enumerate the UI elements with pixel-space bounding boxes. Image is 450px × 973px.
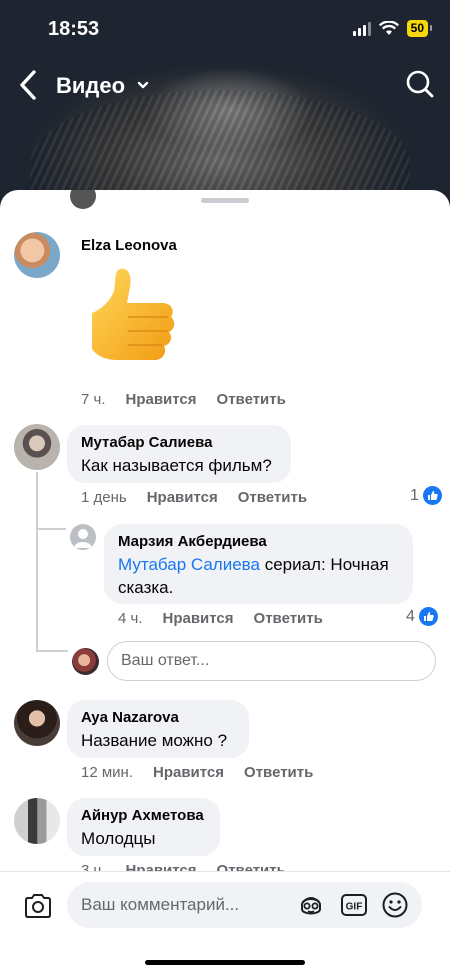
avatar xyxy=(70,190,96,209)
cellular-signal-icon xyxy=(352,21,371,36)
status-time: 18:53 xyxy=(48,18,100,40)
search-icon[interactable] xyxy=(404,68,436,100)
like-reaction-icon xyxy=(422,486,442,505)
chevron-down-icon[interactable] xyxy=(136,78,150,92)
status-icons: 50 xyxy=(352,20,433,37)
emoji-icon[interactable] xyxy=(381,891,409,919)
reaction-count[interactable]: 1 xyxy=(410,486,442,505)
reply-button[interactable]: Ответить xyxy=(244,764,313,781)
gif-icon[interactable]: GIF xyxy=(340,891,368,919)
back-icon[interactable] xyxy=(14,68,44,102)
like-button[interactable]: Нравится xyxy=(163,610,234,627)
like-count: 4 xyxy=(406,607,415,625)
home-indicator[interactable] xyxy=(145,960,305,965)
reply-time: 4 ч. xyxy=(118,610,143,627)
current-user-avatar xyxy=(72,648,99,675)
reply-meta: 4 ч. Нравится Ответить xyxy=(118,610,343,627)
camera-icon[interactable] xyxy=(23,892,53,920)
reaction-count[interactable]: 4 xyxy=(406,607,438,626)
comment-time: 7 ч. xyxy=(81,391,106,408)
avatar[interactable] xyxy=(14,798,60,844)
video-header: Видео xyxy=(0,60,450,110)
comment-author[interactable]: Aya Nazarova xyxy=(81,709,235,726)
comment-time: 12 мин. xyxy=(81,764,133,781)
comments-sheet: Elza Leonova 7 ч. Нравится Ответить Мута… xyxy=(0,190,450,973)
battery-indicator: 50 xyxy=(406,20,433,37)
avatar[interactable] xyxy=(14,424,60,470)
comment-meta: 7 ч. Нравится Ответить xyxy=(81,391,306,408)
svg-text:GIF: GIF xyxy=(346,902,363,913)
avatar-sticker-icon[interactable] xyxy=(297,891,325,919)
like-reaction-icon xyxy=(418,607,438,626)
thread-line xyxy=(36,650,68,652)
comment-composer: Ваш комментарий... GIF xyxy=(0,871,450,973)
sheet-grab-handle[interactable] xyxy=(201,198,249,203)
comment-text: Молодцы xyxy=(81,829,156,848)
comment-bubble[interactable]: Айнур Ахметова Молодцы xyxy=(67,798,220,856)
reply-author[interactable]: Марзия Акбердиева xyxy=(118,533,399,550)
comment-bubble[interactable]: Мутабар Салиева Как называется фильм? xyxy=(67,425,291,483)
comment-placeholder: Ваш комментарий... xyxy=(81,895,240,914)
comment-input[interactable]: Ваш комментарий... GIF xyxy=(67,882,422,928)
comment-meta: 12 мин. Нравится Ответить xyxy=(81,764,333,781)
partially-hidden-comment xyxy=(70,190,96,214)
comment-text: Название можно ? xyxy=(81,731,228,750)
like-button[interactable]: Нравится xyxy=(147,489,218,506)
reply-button[interactable]: Ответить xyxy=(238,489,307,506)
reply-input[interactable]: Ваш ответ... xyxy=(107,641,436,681)
comment-author[interactable]: Айнур Ахметова xyxy=(81,807,206,824)
default-avatar-icon xyxy=(74,529,92,548)
thread-line xyxy=(36,472,38,652)
page-title[interactable]: Видео xyxy=(56,73,125,99)
wifi-icon xyxy=(378,21,399,35)
avatar[interactable] xyxy=(14,700,60,746)
comment-time: 1 день xyxy=(81,489,127,506)
comment-bubble[interactable]: Aya Nazarova Название можно ? xyxy=(67,700,249,758)
reply-button[interactable]: Ответить xyxy=(217,391,286,408)
mention-link[interactable]: Мутабар Салиева xyxy=(118,555,260,574)
status-bar: 18:53 50 xyxy=(0,0,450,58)
thumbs-up-sticker-icon xyxy=(92,268,175,360)
thread-line xyxy=(36,528,66,530)
comment-author[interactable]: Мутабар Салиева xyxy=(81,434,277,451)
avatar[interactable] xyxy=(14,232,60,278)
like-button[interactable]: Нравится xyxy=(153,764,224,781)
reply-button[interactable]: Ответить xyxy=(254,610,323,627)
like-button[interactable]: Нравится xyxy=(126,391,197,408)
like-count: 1 xyxy=(410,486,419,504)
avatar[interactable] xyxy=(70,524,96,550)
comment-text: Как называется фильм? xyxy=(81,456,272,475)
reply-text: Мутабар Салиева сериал: Ночная сказка. xyxy=(118,555,389,597)
reply-bubble[interactable]: Марзия Акбердиева Мутабар Салиева сериал… xyxy=(104,524,413,604)
comment-meta: 1 день Нравится Ответить xyxy=(81,489,327,506)
comment-author[interactable]: Elza Leonova xyxy=(81,237,177,254)
